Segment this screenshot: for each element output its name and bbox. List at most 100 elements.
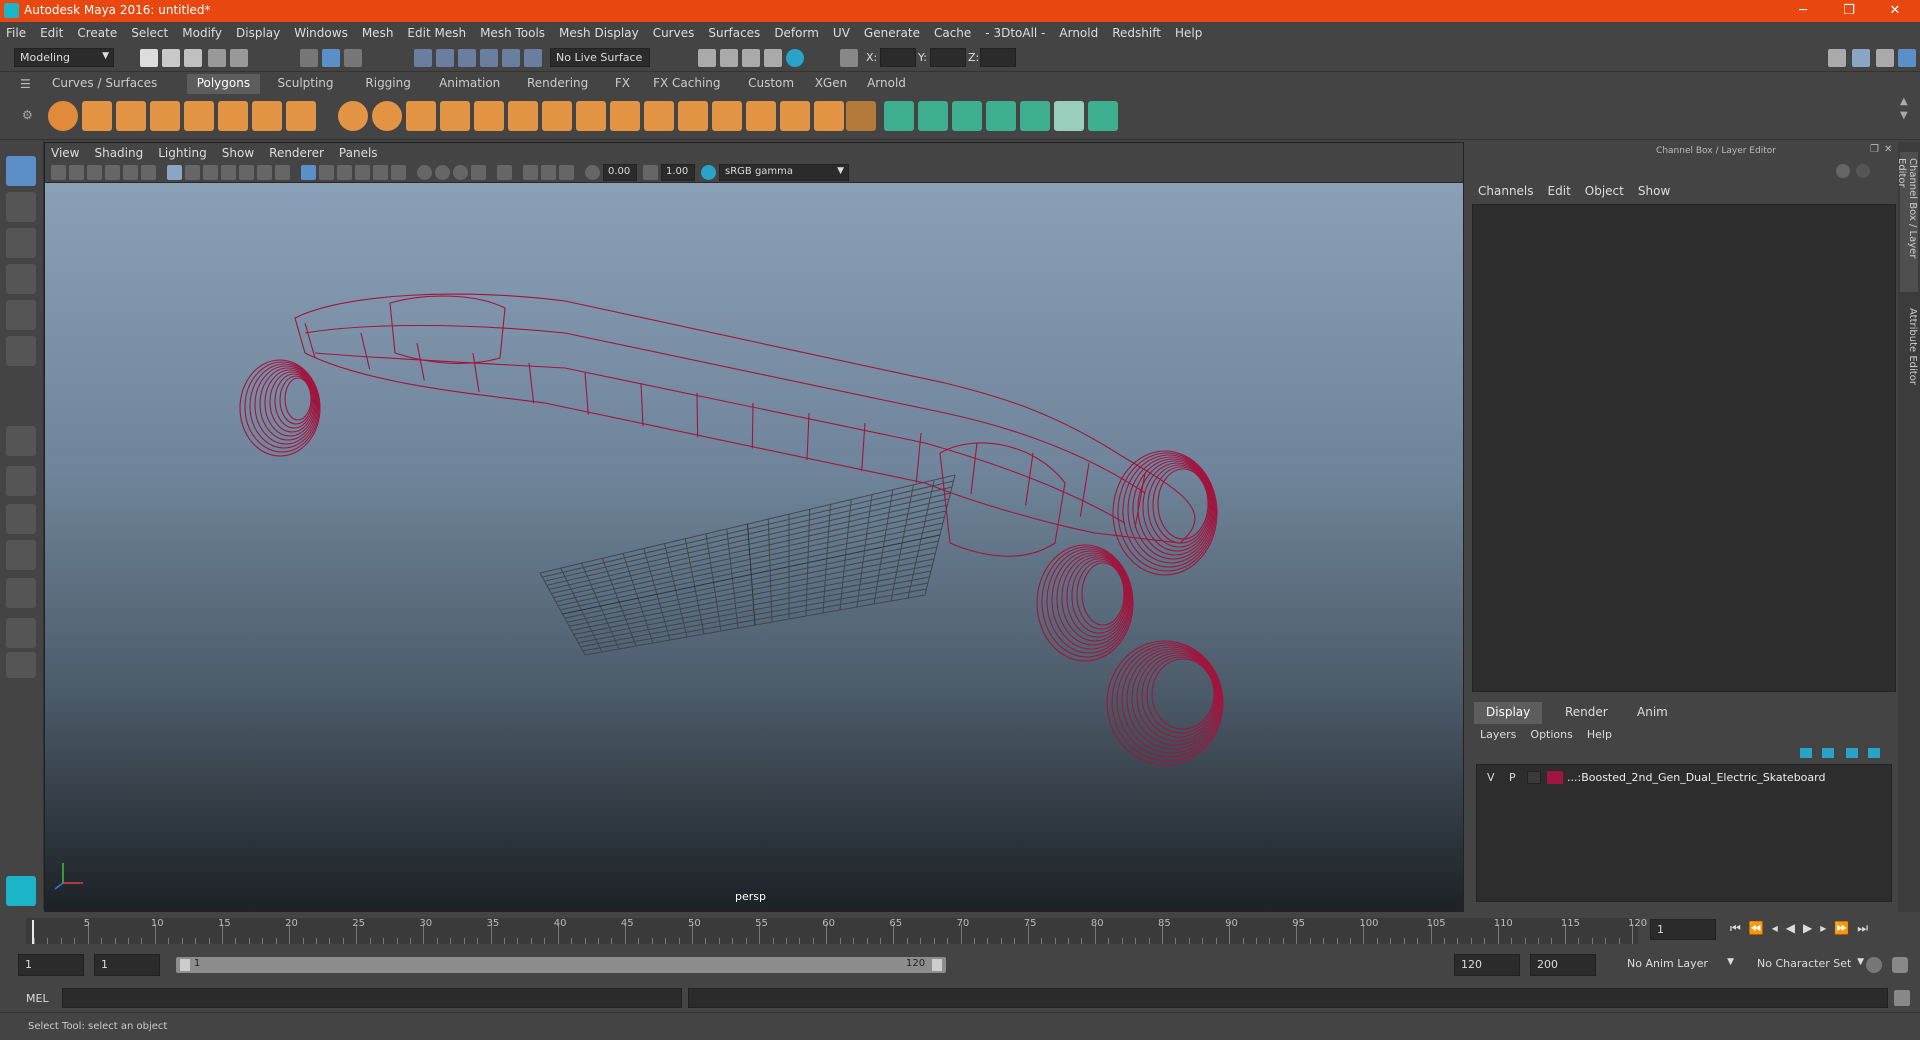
layer-tab-render[interactable]: Render xyxy=(1553,702,1620,724)
extrude-icon[interactable] xyxy=(474,101,504,131)
layer-playback-toggle[interactable]: P xyxy=(1509,771,1516,784)
xray-components-icon[interactable] xyxy=(559,165,574,180)
perspective-viewport[interactable]: persp xyxy=(45,183,1463,911)
menu-edit-mesh[interactable]: Edit Mesh xyxy=(407,26,466,40)
four-view-layout-icon[interactable] xyxy=(6,466,36,496)
shadows-icon[interactable] xyxy=(391,165,406,180)
command-input[interactable] xyxy=(62,988,682,1008)
layer-visibility-toggle[interactable]: V xyxy=(1487,771,1495,784)
viewport-menu-lighting[interactable]: Lighting xyxy=(158,146,207,160)
xray-joints-icon[interactable] xyxy=(541,165,556,180)
shelf-tab-curves-surfaces[interactable]: Curves / Surfaces xyxy=(42,74,167,94)
combine-icon[interactable] xyxy=(338,101,368,131)
shelf-tab-fx-caching[interactable]: FX Caching xyxy=(643,74,730,94)
viewport-menu-renderer[interactable]: Renderer xyxy=(269,146,324,160)
animation-preferences-icon[interactable] xyxy=(1892,957,1908,973)
menu-mesh[interactable]: Mesh xyxy=(362,26,394,40)
hypershade-icon[interactable] xyxy=(786,49,804,67)
poly-pyramid-icon[interactable] xyxy=(252,101,282,131)
render-frame-icon[interactable] xyxy=(720,49,738,67)
isolate-select-icon[interactable] xyxy=(497,165,512,180)
select-object-icon[interactable] xyxy=(322,49,340,67)
command-language-label[interactable]: MEL xyxy=(26,992,49,1005)
undo-icon[interactable] xyxy=(208,49,226,67)
select-hierarchy-icon[interactable] xyxy=(300,49,318,67)
shelf-tab-arnold[interactable]: Arnold xyxy=(857,74,916,94)
film-gate-icon[interactable] xyxy=(185,165,200,180)
mode-dropdown[interactable]: Modeling ▼ xyxy=(14,48,114,67)
mirror-icon[interactable] xyxy=(780,101,810,131)
end-time-field[interactable]: 200 xyxy=(1530,954,1596,976)
snap-point-icon[interactable] xyxy=(458,49,476,67)
play-back-icon[interactable]: ◀ xyxy=(1786,921,1803,935)
exposure-field[interactable]: 0.00 xyxy=(603,164,637,181)
side-tab-attribute-editor[interactable]: Attribute Editor xyxy=(1900,302,1918,402)
channel-box-menu-channels[interactable]: Channels xyxy=(1478,184,1534,198)
anim-layer-dropdown[interactable]: No Anim Layer ▼ xyxy=(1622,955,1738,976)
shelf-tab-animation[interactable]: Animation xyxy=(429,74,510,94)
menu-help[interactable]: Help xyxy=(1175,26,1202,40)
smooth-shade-icon[interactable] xyxy=(319,165,334,180)
persp-outliner-layout-icon[interactable] xyxy=(6,504,36,534)
exposure-icon[interactable] xyxy=(585,165,600,180)
wireframe-icon[interactable] xyxy=(301,165,316,180)
z-field[interactable] xyxy=(980,48,1016,67)
uv-unfold-icon[interactable] xyxy=(1020,101,1050,131)
select-component-icon[interactable] xyxy=(344,49,362,67)
channel-box-menu-edit[interactable]: Edit xyxy=(1548,184,1571,198)
range-end-handle[interactable] xyxy=(932,959,942,971)
cylindrical-map-icon[interactable] xyxy=(918,101,948,131)
image-plane-icon[interactable] xyxy=(105,165,120,180)
menu-edit[interactable]: Edit xyxy=(40,26,63,40)
snap-curve-icon[interactable] xyxy=(436,49,454,67)
move-tool-icon[interactable] xyxy=(6,264,36,294)
scale-tool-icon[interactable] xyxy=(6,336,36,366)
y-field[interactable] xyxy=(930,48,966,67)
shelf-gear-icon[interactable]: ⚙ xyxy=(22,108,33,122)
menu-cache[interactable]: Cache xyxy=(934,26,971,40)
ambient-occlusion-icon[interactable] xyxy=(417,165,432,180)
depth-of-field-icon[interactable] xyxy=(471,165,486,180)
timeline-track[interactable]: 5 10 15 20 25 30 35 40 45 50 55 60 65 70 75 80 85 90 95 100… xyxy=(26,918,1647,944)
menu-3dtoall[interactable]: - 3DtoAll - xyxy=(985,26,1045,40)
shelf-tab-rigging[interactable]: Rigging xyxy=(355,74,420,94)
menu-display[interactable]: Display xyxy=(236,26,280,40)
boolean-icon[interactable] xyxy=(440,101,470,131)
single-perspective-layout-icon[interactable] xyxy=(6,426,36,456)
channel-box-menu-object[interactable]: Object xyxy=(1585,184,1624,198)
textured-icon[interactable] xyxy=(355,165,370,180)
planar-map-icon[interactable] xyxy=(884,101,914,131)
channel-box-menu-show[interactable]: Show xyxy=(1638,184,1670,198)
paint-select-tool-icon[interactable] xyxy=(6,228,36,258)
redo-icon[interactable] xyxy=(230,49,248,67)
render-settings-icon[interactable] xyxy=(764,49,782,67)
menu-curves[interactable]: Curves xyxy=(653,26,695,40)
start-time-field[interactable]: 1 xyxy=(18,954,84,976)
menu-file[interactable]: File xyxy=(6,26,26,40)
bridge-icon[interactable] xyxy=(508,101,538,131)
shelf-scroll-down-icon[interactable]: ▼ xyxy=(1900,110,1908,121)
safe-title-icon[interactable] xyxy=(275,165,290,180)
attribute-editor-icon[interactable] xyxy=(1852,49,1870,67)
motion-blur-icon[interactable] xyxy=(435,165,450,180)
step-back-key-icon[interactable]: ◂ xyxy=(1772,921,1786,935)
poly-cylinder-icon[interactable] xyxy=(116,101,146,131)
camera-attributes-icon[interactable] xyxy=(69,165,84,180)
menu-arnold[interactable]: Arnold xyxy=(1059,26,1098,40)
script-editor-icon[interactable] xyxy=(1894,990,1910,1006)
axis-toggle-icon[interactable] xyxy=(1836,164,1850,178)
menu-create[interactable]: Create xyxy=(77,26,117,40)
shelf-tab-xgen[interactable]: XGen xyxy=(805,74,858,94)
new-layer-selected-icon[interactable] xyxy=(1868,748,1880,758)
center-pivot-icon[interactable] xyxy=(814,101,844,131)
multi-cut-icon[interactable] xyxy=(542,101,572,131)
shelf-tab-custom[interactable]: Custom xyxy=(738,74,804,94)
persp-graph-layout-icon[interactable] xyxy=(6,540,36,570)
snap-view-icon[interactable] xyxy=(480,49,498,67)
transform-toggle-icon[interactable] xyxy=(840,49,858,67)
append-polygon-icon[interactable] xyxy=(610,101,640,131)
go-to-end-icon[interactable]: ⏭ xyxy=(1857,921,1876,935)
menu-redshift[interactable]: Redshift xyxy=(1112,26,1161,40)
timeline-playhead[interactable] xyxy=(32,920,34,944)
smooth-icon[interactable] xyxy=(406,101,436,131)
